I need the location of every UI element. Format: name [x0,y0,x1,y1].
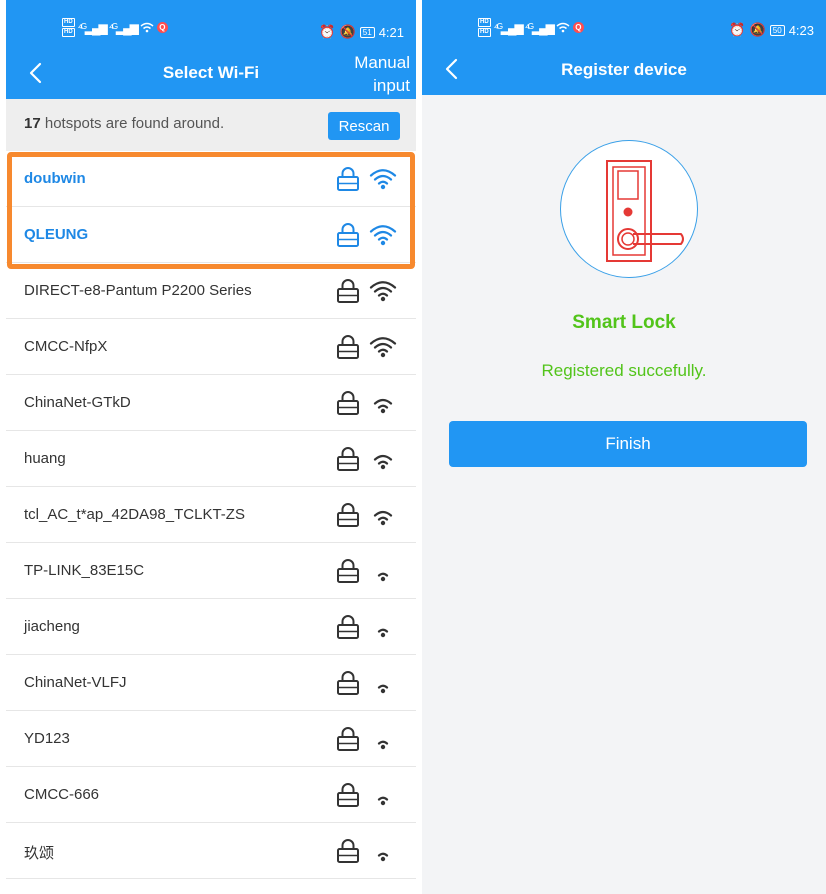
lock-icon [337,727,359,751]
status-right: ⏰ 🔕 50 4:23 [729,22,814,38]
register-device-screen: HD HD ⁴ᴳ▂▄▆ ⁴ᴳ▂▄▆ Q ⏰ 🔕 50 4:23 Register … [422,0,826,894]
wifi-name: QLEUNG [24,226,89,243]
hotspot-count-bar: 17 hotspots are found around. Rescan [6,99,416,151]
wifi-name: ChinaNet-GTkD [24,394,131,411]
hotspot-count-text: 17 hotspots are found around. [24,115,224,132]
manual-input-button[interactable]: Manual input [346,51,410,97]
status-right: ⏰ 🔕 51 4:21 [319,24,404,40]
wifi-icon [377,796,389,806]
status-time: 4:23 [788,22,814,38]
wifi-name: ChinaNet-VLFJ [24,674,127,691]
wifi-list-item[interactable]: CMCC-666 [6,767,416,823]
hd-icon: HD HD [62,18,75,37]
lock-icon [337,503,359,527]
wifi-icon [377,684,389,694]
wifi-name: 玖颂 [24,845,55,862]
alarm-icon: ⏰ [319,24,336,39]
manual-input-label: Manual input [354,53,410,95]
lock-icon [337,223,359,247]
wifi-list-item[interactable]: huang [6,431,416,487]
signal-icon: ⁴ᴳ▂▄▆ [524,20,555,35]
lock-icon [337,615,359,639]
wifi-icon [373,510,393,526]
lock-icon [337,671,359,695]
battery-icon: 50 [769,24,785,36]
notification-icon: Q [156,22,168,33]
status-time: 4:21 [378,24,404,40]
status-bar: HD HD ⁴ᴳ▂▄▆ ⁴ᴳ▂▄▆ Q ⏰ 🔕 50 4:23 [422,0,826,40]
wifi-list-item[interactable]: jiacheng [6,599,416,655]
wifi-icon [377,572,389,582]
notification-icon: Q [572,22,584,33]
wifi-icon [377,740,389,750]
wifi-list-item[interactable]: CMCC-NfpX [6,319,416,375]
status-bar: HD HD ⁴ᴳ▂▄▆ ⁴ᴳ▂▄▆ Q ⏰ 🔕 51 4:21 [6,0,416,40]
wifi-list-item[interactable]: doubwin [6,151,416,207]
wifi-name: CMCC-666 [24,786,100,803]
wifi-icon [369,169,397,190]
lock-icon [337,167,359,191]
wifi-name: jiacheng [24,618,80,635]
mute-icon: 🔕 [749,22,766,37]
smart-lock-icon [606,160,684,262]
wifi-status-icon [140,22,154,33]
wifi-icon [373,398,393,414]
wifi-status-icon [556,22,570,33]
wifi-name: TP-LINK_83E15C [24,562,145,579]
signal-icon: ⁴ᴳ▂▄▆ [493,20,524,35]
hotspot-count-suffix: hotspots are found around. [40,115,225,132]
battery-icon: 51 [359,26,375,38]
wifi-list-item[interactable]: 玖颂 [6,823,416,879]
wifi-name: tcl_AC_t*ap_42DA98_TCLKT-ZS [24,506,245,523]
success-message: Registered succefully. [541,361,707,380]
lock-icon [337,335,359,359]
lock-icon [337,391,359,415]
status-left: HD HD ⁴ᴳ▂▄▆ ⁴ᴳ▂▄▆ Q [62,18,168,37]
wifi-list-item[interactable]: ChinaNet-VLFJ [6,655,416,711]
app-bar: HD HD ⁴ᴳ▂▄▆ ⁴ᴳ▂▄▆ Q ⏰ 🔕 51 4:21 Select Wi… [6,0,416,99]
status-left: HD HD ⁴ᴳ▂▄▆ ⁴ᴳ▂▄▆ Q [478,18,584,37]
hotspot-count: 17 [24,115,41,132]
wifi-list-item[interactable]: tcl_AC_t*ap_42DA98_TCLKT-ZS [6,487,416,543]
wifi-name: CMCC-NfpX [24,338,108,355]
wifi-icon [377,852,389,862]
wifi-icon [369,225,397,246]
rescan-button[interactable]: Rescan [328,112,400,140]
device-name: Smart Lock [572,312,676,333]
lock-icon [337,279,359,303]
wifi-list: doubwin QLEUNG DIRECT-e8-Pantum P2200 Seri… [6,151,416,894]
lock-icon [337,447,359,471]
select-wifi-screen: HD HD ⁴ᴳ▂▄▆ ⁴ᴳ▂▄▆ Q ⏰ 🔕 51 4:21 Select Wi… [6,0,416,894]
wifi-name: DIRECT-e8-Pantum P2200 Series [24,282,252,299]
wifi-list-item[interactable]: YD123 [6,711,416,767]
finish-button[interactable]: Finish [449,421,807,467]
wifi-icon [373,454,393,470]
hd-icon: HD HD [478,18,491,37]
device-image [560,140,698,278]
wifi-list-item[interactable]: TP-LINK_83E15C [6,543,416,599]
wifi-list-item[interactable]: ChinaNet-GTkD [6,375,416,431]
app-bar: HD HD ⁴ᴳ▂▄▆ ⁴ᴳ▂▄▆ Q ⏰ 🔕 50 4:23 Register … [422,0,826,95]
alarm-icon: ⏰ [729,22,746,37]
wifi-icon [369,337,397,358]
wifi-icon [369,281,397,302]
wifi-list-item[interactable] [6,879,416,894]
wifi-list-item[interactable]: QLEUNG [6,207,416,263]
signal-icon: ⁴ᴳ▂▄▆ [108,20,139,35]
page-title: Register device [561,60,687,79]
wifi-name: huang [24,450,66,467]
wifi-name: doubwin [24,170,86,187]
wifi-list-item[interactable]: DIRECT-e8-Pantum P2200 Series [6,263,416,319]
lock-icon [337,839,359,863]
wifi-icon [377,628,389,638]
lock-icon [337,783,359,807]
mute-icon: 🔕 [339,24,356,39]
lock-icon [337,559,359,583]
signal-icon: ⁴ᴳ▂▄▆ [77,20,108,35]
wifi-name: YD123 [24,730,70,747]
